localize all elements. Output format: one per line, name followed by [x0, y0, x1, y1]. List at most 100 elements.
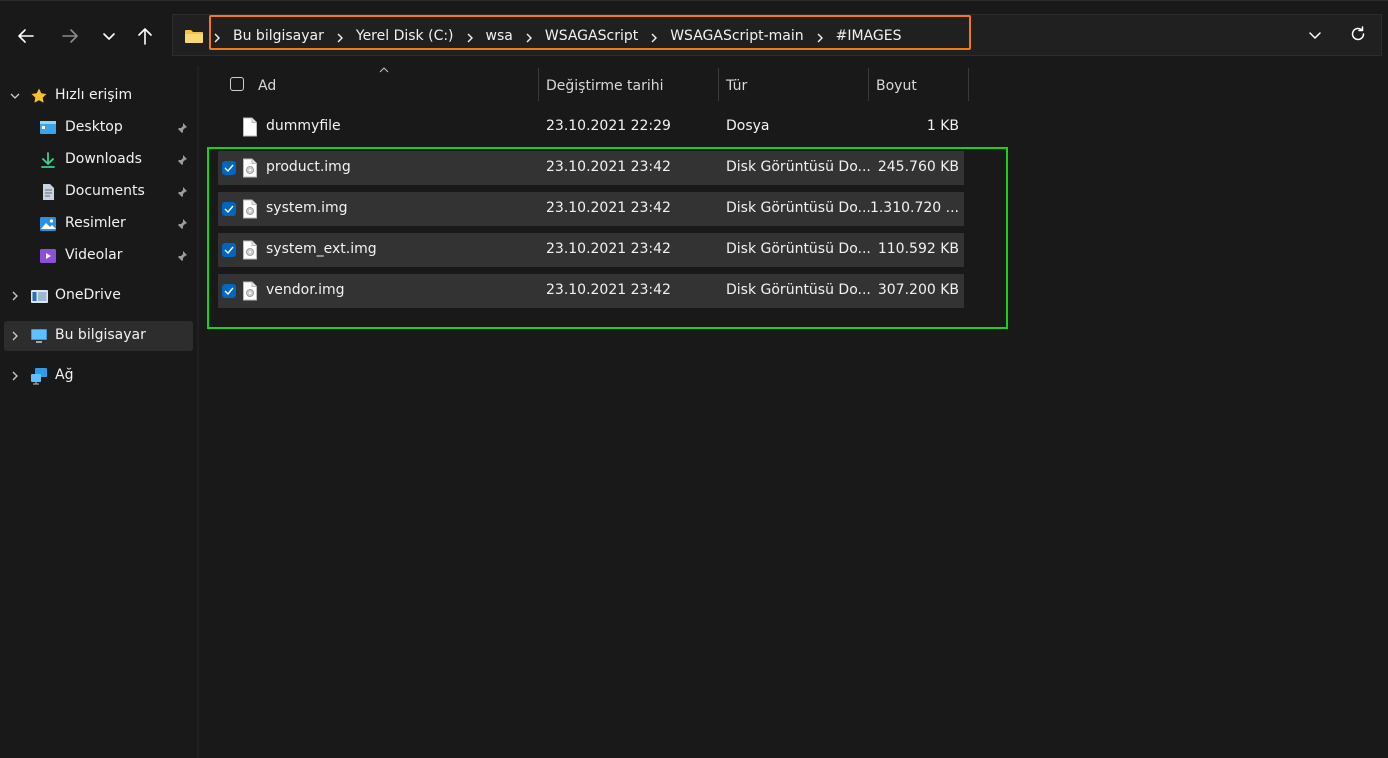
refresh-icon[interactable] [1349, 25, 1367, 43]
pin-icon[interactable] [176, 250, 188, 262]
file-name: system.img [266, 200, 348, 216]
file-modified: 23.10.2021 23:42 [546, 241, 671, 257]
file-size: 110.592 KB [877, 241, 959, 257]
breadcrumb-separator-icon[interactable] [525, 31, 533, 43]
chevron-down-icon[interactable] [10, 91, 20, 101]
file-name: vendor.img [266, 282, 345, 298]
sidebar-divider [197, 66, 199, 758]
column-header-label: Ad [258, 78, 277, 94]
download-icon [41, 152, 55, 168]
sidebar-item-label: Desktop [65, 119, 123, 135]
file-icon [243, 117, 257, 137]
folder-icon [185, 30, 203, 43]
row-checkbox[interactable] [222, 202, 236, 216]
column-header-name[interactable]: Ad [250, 68, 538, 102]
file-name: product.img [266, 159, 351, 175]
arrow-right-icon [62, 29, 78, 43]
pin-icon[interactable] [176, 122, 188, 134]
arrow-up-icon [138, 28, 152, 45]
row-checkbox[interactable] [222, 284, 236, 298]
file-size: 307.200 KB [877, 282, 959, 298]
checkmark-icon [224, 287, 234, 295]
address-history-chevron-icon[interactable] [1307, 27, 1323, 43]
network-icon [31, 368, 47, 385]
column-header-type[interactable]: Tür [719, 68, 868, 102]
pin-icon[interactable] [176, 218, 188, 230]
file-row[interactable]: system_ext.img 23.10.2021 23:42 Disk Gör… [218, 233, 964, 267]
sidebar-item-onedrive[interactable]: OneDrive [4, 281, 193, 311]
forward-button[interactable] [56, 22, 84, 50]
sidebar-item-desktop[interactable]: Desktop [4, 113, 193, 143]
chevron-right-icon[interactable] [10, 371, 20, 381]
recent-locations-button[interactable] [95, 22, 123, 50]
breadcrumb-item[interactable]: WSAGAScript-main [670, 28, 803, 44]
file-row[interactable]: product.img 23.10.2021 23:42 Disk Görünt… [218, 151, 964, 185]
sidebar-item-label: Hızlı erişim [55, 87, 133, 103]
back-button[interactable] [12, 22, 40, 50]
sidebar-item-network[interactable]: Ağ [4, 361, 193, 391]
column-header-modified[interactable]: Değiştirme tarihi [539, 68, 718, 102]
desktop-icon [40, 121, 56, 134]
up-button[interactable] [131, 22, 159, 50]
column-header-label: Boyut [876, 78, 917, 94]
sidebar-item-quick-access[interactable]: Hızlı erişim [4, 81, 193, 111]
sidebar-item-downloads[interactable]: Downloads [4, 145, 193, 175]
checkmark-icon [224, 205, 234, 213]
file-modified: 23.10.2021 23:42 [546, 282, 671, 298]
breadcrumb-item[interactable]: Bu bilgisayar [233, 28, 324, 44]
disk-image-icon [243, 240, 257, 260]
column-header-size[interactable]: Boyut [869, 68, 968, 102]
breadcrumb-item[interactable]: wsa [486, 28, 513, 44]
sidebar-item-label: Documents [65, 183, 145, 199]
breadcrumb-separator-icon[interactable] [816, 31, 824, 43]
column-header-label: Tür [726, 78, 748, 94]
file-name: system_ext.img [266, 241, 377, 257]
breadcrumb-item[interactable]: WSAGAScript [545, 28, 638, 44]
sidebar-item-label: Downloads [65, 151, 142, 167]
column-header-label: Değiştirme tarihi [546, 78, 664, 94]
row-checkbox[interactable] [222, 243, 236, 257]
chevron-down-icon [103, 33, 115, 40]
breadcrumb-separator-icon[interactable] [336, 31, 344, 43]
select-all-checkbox[interactable] [230, 77, 244, 91]
row-checkbox[interactable] [222, 161, 236, 175]
sidebar-item-videos[interactable]: Videolar [4, 241, 193, 271]
chevron-right-icon[interactable] [10, 331, 20, 341]
computer-icon [31, 329, 47, 343]
file-row[interactable]: dummyfile 23.10.2021 22:29 Dosya 1 KB [218, 110, 964, 144]
file-size: 1.310.720 ... [869, 200, 959, 216]
sidebar-item-label: OneDrive [55, 287, 121, 303]
file-row[interactable]: vendor.img 23.10.2021 23:42 Disk Görüntü… [218, 274, 964, 308]
arrow-left-icon [18, 29, 34, 43]
file-name: dummyfile [266, 118, 341, 134]
sidebar-item-label: Bu bilgisayar [55, 327, 146, 343]
sidebar-item-this-pc[interactable]: Bu bilgisayar [4, 321, 193, 351]
address-bar[interactable]: Bu bilgisayar Yerel Disk (C:) wsa WSAGAS… [172, 14, 1382, 56]
video-icon [40, 249, 56, 263]
sidebar-item-label: Videolar [65, 247, 123, 263]
checkmark-icon [224, 246, 234, 254]
breadcrumb-separator-icon[interactable] [650, 31, 658, 43]
breadcrumb-separator-icon [213, 31, 221, 43]
sidebar-item-documents[interactable]: Documents [4, 177, 193, 207]
top-border [0, 0, 1388, 1]
column-divider[interactable] [968, 68, 969, 101]
disk-image-icon [243, 199, 257, 219]
onedrive-icon [31, 290, 48, 303]
document-icon [43, 184, 54, 200]
file-modified: 23.10.2021 23:42 [546, 159, 671, 175]
pin-icon[interactable] [176, 186, 188, 198]
breadcrumb-item-current[interactable]: #IMAGES [836, 28, 902, 44]
chevron-right-icon[interactable] [10, 291, 20, 301]
file-row[interactable]: system.img 23.10.2021 23:42 Disk Görüntü… [218, 192, 964, 226]
sidebar-item-label: Resimler [65, 215, 126, 231]
pin-icon[interactable] [176, 154, 188, 166]
file-modified: 23.10.2021 22:29 [546, 118, 671, 134]
breadcrumb-item[interactable]: Yerel Disk (C:) [356, 28, 454, 44]
disk-image-icon [243, 158, 257, 178]
sidebar-item-label: Ağ [55, 367, 74, 383]
disk-image-icon [243, 281, 257, 301]
sidebar-item-pictures[interactable]: Resimler [4, 209, 193, 239]
breadcrumb-separator-icon[interactable] [466, 31, 474, 43]
file-type: Dosya [726, 118, 770, 134]
